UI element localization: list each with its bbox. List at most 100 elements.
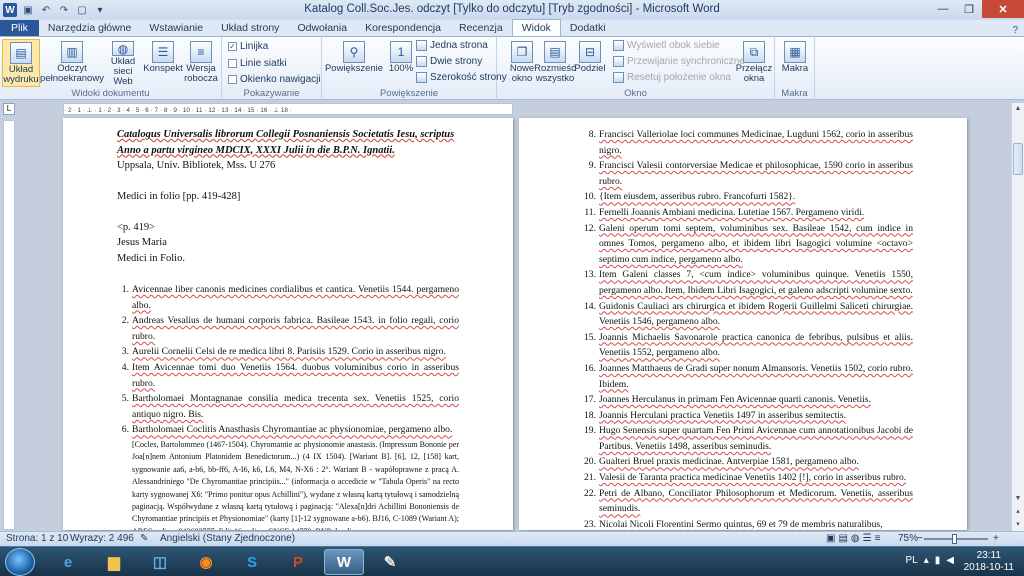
- tab-references[interactable]: Odwołania: [288, 20, 356, 36]
- firefox-icon[interactable]: ◉: [186, 549, 226, 575]
- close-button[interactable]: ✕: [982, 0, 1024, 18]
- zoom-out-icon[interactable]: −: [917, 533, 923, 544]
- help-icon[interactable]: ?: [1012, 25, 1024, 36]
- title-bar: W ▣ ↶ ↷ ▢ ▾ Katalog Coll.Soc.Jes. odczyt…: [0, 0, 1024, 20]
- draft-button[interactable]: ≡ Wersja robocza: [182, 39, 220, 87]
- list-item: 8. Francisci Valleriolae loci communes Me…: [588, 129, 913, 156]
- checkbox-icon: [228, 59, 237, 68]
- customize-toolbar-icon[interactable]: ▾: [93, 3, 107, 17]
- page-width-button[interactable]: Szerokość strony: [416, 72, 507, 83]
- undo-icon[interactable]: ↶: [39, 3, 53, 17]
- network-icon[interactable]: ▮: [935, 555, 941, 566]
- word-count[interactable]: Wyrazy: 2 496: [70, 533, 134, 544]
- window-title: Katalog Coll.Soc.Jes. odczyt [Tylko do o…: [304, 3, 720, 15]
- switch-windows-button[interactable]: ⧉ Przełącz okna: [735, 39, 773, 87]
- list-item: 16. Joannes Matthaeus de Gradi super nonu…: [584, 362, 913, 390]
- zoom-in-icon[interactable]: +: [993, 533, 999, 544]
- scroll-down-icon[interactable]: ▼: [1012, 493, 1024, 505]
- outline-button[interactable]: ☰ Konspekt: [143, 39, 183, 87]
- tray-expand-icon[interactable]: ▴: [924, 555, 929, 566]
- powerpoint-icon[interactable]: P: [278, 549, 318, 575]
- zoom-button[interactable]: ⚲ Powiększenie: [325, 39, 383, 87]
- print-layout-button[interactable]: ▤ Układ wydruku: [2, 39, 40, 87]
- zoom-100-button[interactable]: 1 100%: [382, 39, 420, 87]
- language-indicator[interactable]: PL: [906, 555, 918, 566]
- word-app-icon[interactable]: W: [3, 3, 17, 17]
- tab-file[interactable]: Plik: [0, 20, 39, 36]
- full-screen-reading-button[interactable]: ▥ Odczyt pełnoekranowy: [40, 39, 104, 87]
- split-button[interactable]: ⊟ Podziel: [574, 39, 606, 87]
- web-layout-icon: ◍: [112, 41, 134, 56]
- group-label: Pokazywanie: [243, 88, 300, 99]
- word-taskbar-icon[interactable]: W: [324, 549, 364, 575]
- one-page-button[interactable]: Jedna strona: [416, 40, 488, 51]
- print-layout-icon: ▤: [10, 42, 32, 64]
- clock[interactable]: 23:11 2018-10-11: [964, 550, 1014, 574]
- skype-icon[interactable]: S: [232, 549, 272, 575]
- clock-time: 23:11: [976, 550, 1001, 561]
- reset-window-position-button[interactable]: Resetuj położenie okna: [613, 72, 731, 83]
- page-marker: <p. 419>: [117, 222, 156, 233]
- vertical-scrollbar[interactable]: ▲ ▼ ▴ ▾: [1011, 103, 1024, 531]
- save-icon[interactable]: ▣: [21, 3, 35, 17]
- paint-icon[interactable]: ✎: [370, 549, 410, 575]
- list-item: 1. Avicennae liber canonis medicines cord…: [121, 284, 459, 311]
- list-item: 23. Nicolai Nicoli Florentini Sermo quint…: [584, 518, 883, 530]
- volume-icon[interactable]: ◀: [946, 555, 954, 566]
- outline-icon: ☰: [152, 41, 174, 63]
- section-line: Medici in folio [pp. 419-428]: [117, 191, 241, 202]
- internet-explorer-icon[interactable]: e: [48, 549, 88, 575]
- arrange-all-button[interactable]: ▤ Rozmieść wszystko: [534, 39, 576, 87]
- page-count[interactable]: Strona: 1 z 10: [6, 533, 68, 544]
- bibliographic-note: [Cocles, Bartolommeo (1467-1504). Chyrom…: [132, 439, 459, 530]
- tab-addins[interactable]: Dodatki: [561, 20, 615, 36]
- gridlines-checkbox[interactable]: Linie siatki: [228, 58, 287, 69]
- group-document-views: ▤ Układ wydruku ▥ Odczyt pełnoekranowy ◍ Uk…: [0, 37, 222, 100]
- tab-page-layout[interactable]: Układ strony: [212, 20, 288, 36]
- document-page-2[interactable]: 8. Francisci Valleriolae loci communes Me…: [519, 118, 967, 530]
- horizontal-ruler[interactable]: · 2 · 1 · ⊥ · 1 · 2 · 3 · 4 · 5 · 6 · 7 …: [63, 103, 513, 115]
- tab-view[interactable]: Widok: [511, 19, 561, 36]
- tab-home[interactable]: Narzędzia główne: [39, 20, 140, 36]
- list-item: 4. Item Avicennae tomi duo Venetiis 1564.…: [121, 361, 459, 389]
- maximize-button[interactable]: ❐: [956, 0, 982, 18]
- catalog-list: 1. Avicennae liber canonis medicines cord…: [117, 282, 459, 530]
- zoom-slider-thumb[interactable]: [952, 534, 957, 544]
- language-indicator[interactable]: Angielski (Stany Zjednoczone): [160, 533, 295, 544]
- list-item: 13. Item Galeni classes 7, <cum indice> v…: [584, 269, 913, 296]
- view-side-by-side-button[interactable]: Wyświetl obok siebie: [613, 40, 720, 51]
- media-center-icon[interactable]: ◫: [140, 549, 180, 575]
- redo-icon[interactable]: ↷: [57, 3, 71, 17]
- tab-review[interactable]: Recenzja: [450, 20, 512, 36]
- synchronous-scrolling-button[interactable]: Przewijanie synchroniczne: [613, 56, 745, 67]
- list-item: 22. Petri de Albano, Conciliator Philosop…: [584, 487, 913, 515]
- tab-insert[interactable]: Wstawianie: [140, 20, 212, 36]
- file-explorer-icon[interactable]: ▆: [94, 549, 134, 575]
- scroll-up-icon[interactable]: ▲: [1012, 103, 1024, 115]
- tab-mailings[interactable]: Korespondencja: [356, 20, 450, 36]
- proofing-icon[interactable]: ✎: [140, 533, 148, 544]
- navigation-pane-checkbox[interactable]: Okienko nawigacji: [228, 74, 321, 85]
- source-line: Uppsala, Univ. Bibliotek, Mss. U 276: [117, 160, 276, 171]
- ruler-checkbox[interactable]: ✓ Linijka: [228, 41, 268, 52]
- start-button-icon[interactable]: [5, 548, 35, 576]
- list-item: 15. Joannis Michaelis Savonarole practica…: [584, 331, 913, 359]
- list-item: 17. Joannes Herculanus in primam Fen Avic…: [584, 394, 871, 406]
- switch-windows-icon: ⧉: [743, 41, 765, 63]
- list-item: 2. Andreas Vesalius de humani corporis fa…: [121, 315, 459, 342]
- zoom-level[interactable]: 75%: [898, 533, 918, 544]
- new-document-icon[interactable]: ▢: [75, 3, 89, 17]
- web-layout-button[interactable]: ◍ Układ sieci Web: [104, 39, 142, 87]
- previous-page-icon[interactable]: ▴: [1012, 506, 1024, 518]
- document-page-1[interactable]: Catalogus Universalis librorum Collegii …: [63, 118, 513, 530]
- vertical-ruler[interactable]: [3, 120, 15, 530]
- ruler-toggle-icon[interactable]: L: [3, 103, 15, 115]
- two-pages-button[interactable]: Dwie strony: [416, 56, 482, 67]
- scroll-thumb[interactable]: [1013, 143, 1023, 175]
- reset-position-icon: [613, 72, 624, 83]
- minimize-button[interactable]: —: [930, 0, 956, 18]
- view-shortcut-icons[interactable]: ▣▤◍☰≡: [826, 533, 883, 544]
- macros-button[interactable]: ▦ Makra: [776, 39, 814, 87]
- group-macros: ▦ Makra Makra: [775, 37, 815, 100]
- next-page-icon[interactable]: ▾: [1012, 519, 1024, 531]
